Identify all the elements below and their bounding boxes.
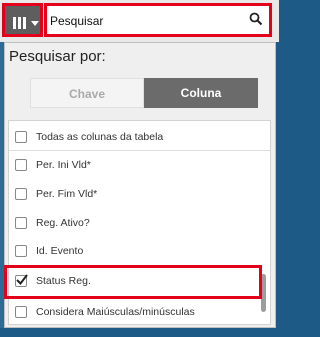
option-label: Per. Fim Vld* bbox=[36, 188, 98, 200]
column-option-per-fim[interactable]: Per. Fim Vld* bbox=[9, 184, 259, 204]
divider bbox=[9, 150, 270, 151]
checkbox[interactable] bbox=[15, 306, 27, 318]
highlight-status-reg bbox=[4, 265, 262, 299]
column-option-per-ini[interactable]: Per. Ini Vld* bbox=[9, 155, 259, 175]
checkbox[interactable] bbox=[15, 245, 27, 257]
search-icon[interactable] bbox=[249, 12, 263, 31]
option-label: Considera Maiúsculas/minúsculas bbox=[36, 306, 195, 318]
chevron-down-icon bbox=[31, 21, 39, 26]
checkbox[interactable] bbox=[15, 159, 27, 171]
search-input[interactable] bbox=[50, 12, 240, 30]
search-by-label: Pesquisar por: bbox=[9, 48, 106, 65]
segment-key[interactable]: Chave bbox=[30, 78, 144, 108]
case-sensitive-option[interactable]: Considera Maiúsculas/minúsculas bbox=[9, 302, 259, 322]
checkbox[interactable] bbox=[15, 131, 27, 143]
search-field[interactable] bbox=[44, 3, 272, 37]
column-option-id-evento[interactable]: Id. Evento bbox=[9, 241, 259, 261]
column-option-reg-ativo[interactable]: Reg. Ativo? bbox=[9, 213, 259, 233]
select-all-columns-option[interactable]: Todas as colunas da tabela bbox=[9, 127, 259, 147]
column-chooser-button[interactable] bbox=[2, 3, 43, 37]
option-label: Todas as colunas da tabela bbox=[36, 131, 164, 143]
segment-column[interactable]: Coluna bbox=[144, 78, 258, 108]
option-label: Reg. Ativo? bbox=[36, 217, 90, 229]
search-toolbar bbox=[0, 0, 279, 42]
search-mode-toggle: Chave Coluna bbox=[30, 78, 258, 108]
checkbox[interactable] bbox=[15, 188, 27, 200]
background-strip bbox=[0, 328, 279, 337]
option-label: Per. Ini Vld* bbox=[36, 159, 91, 171]
option-label: Id. Evento bbox=[36, 245, 84, 257]
checkbox[interactable] bbox=[15, 217, 27, 229]
